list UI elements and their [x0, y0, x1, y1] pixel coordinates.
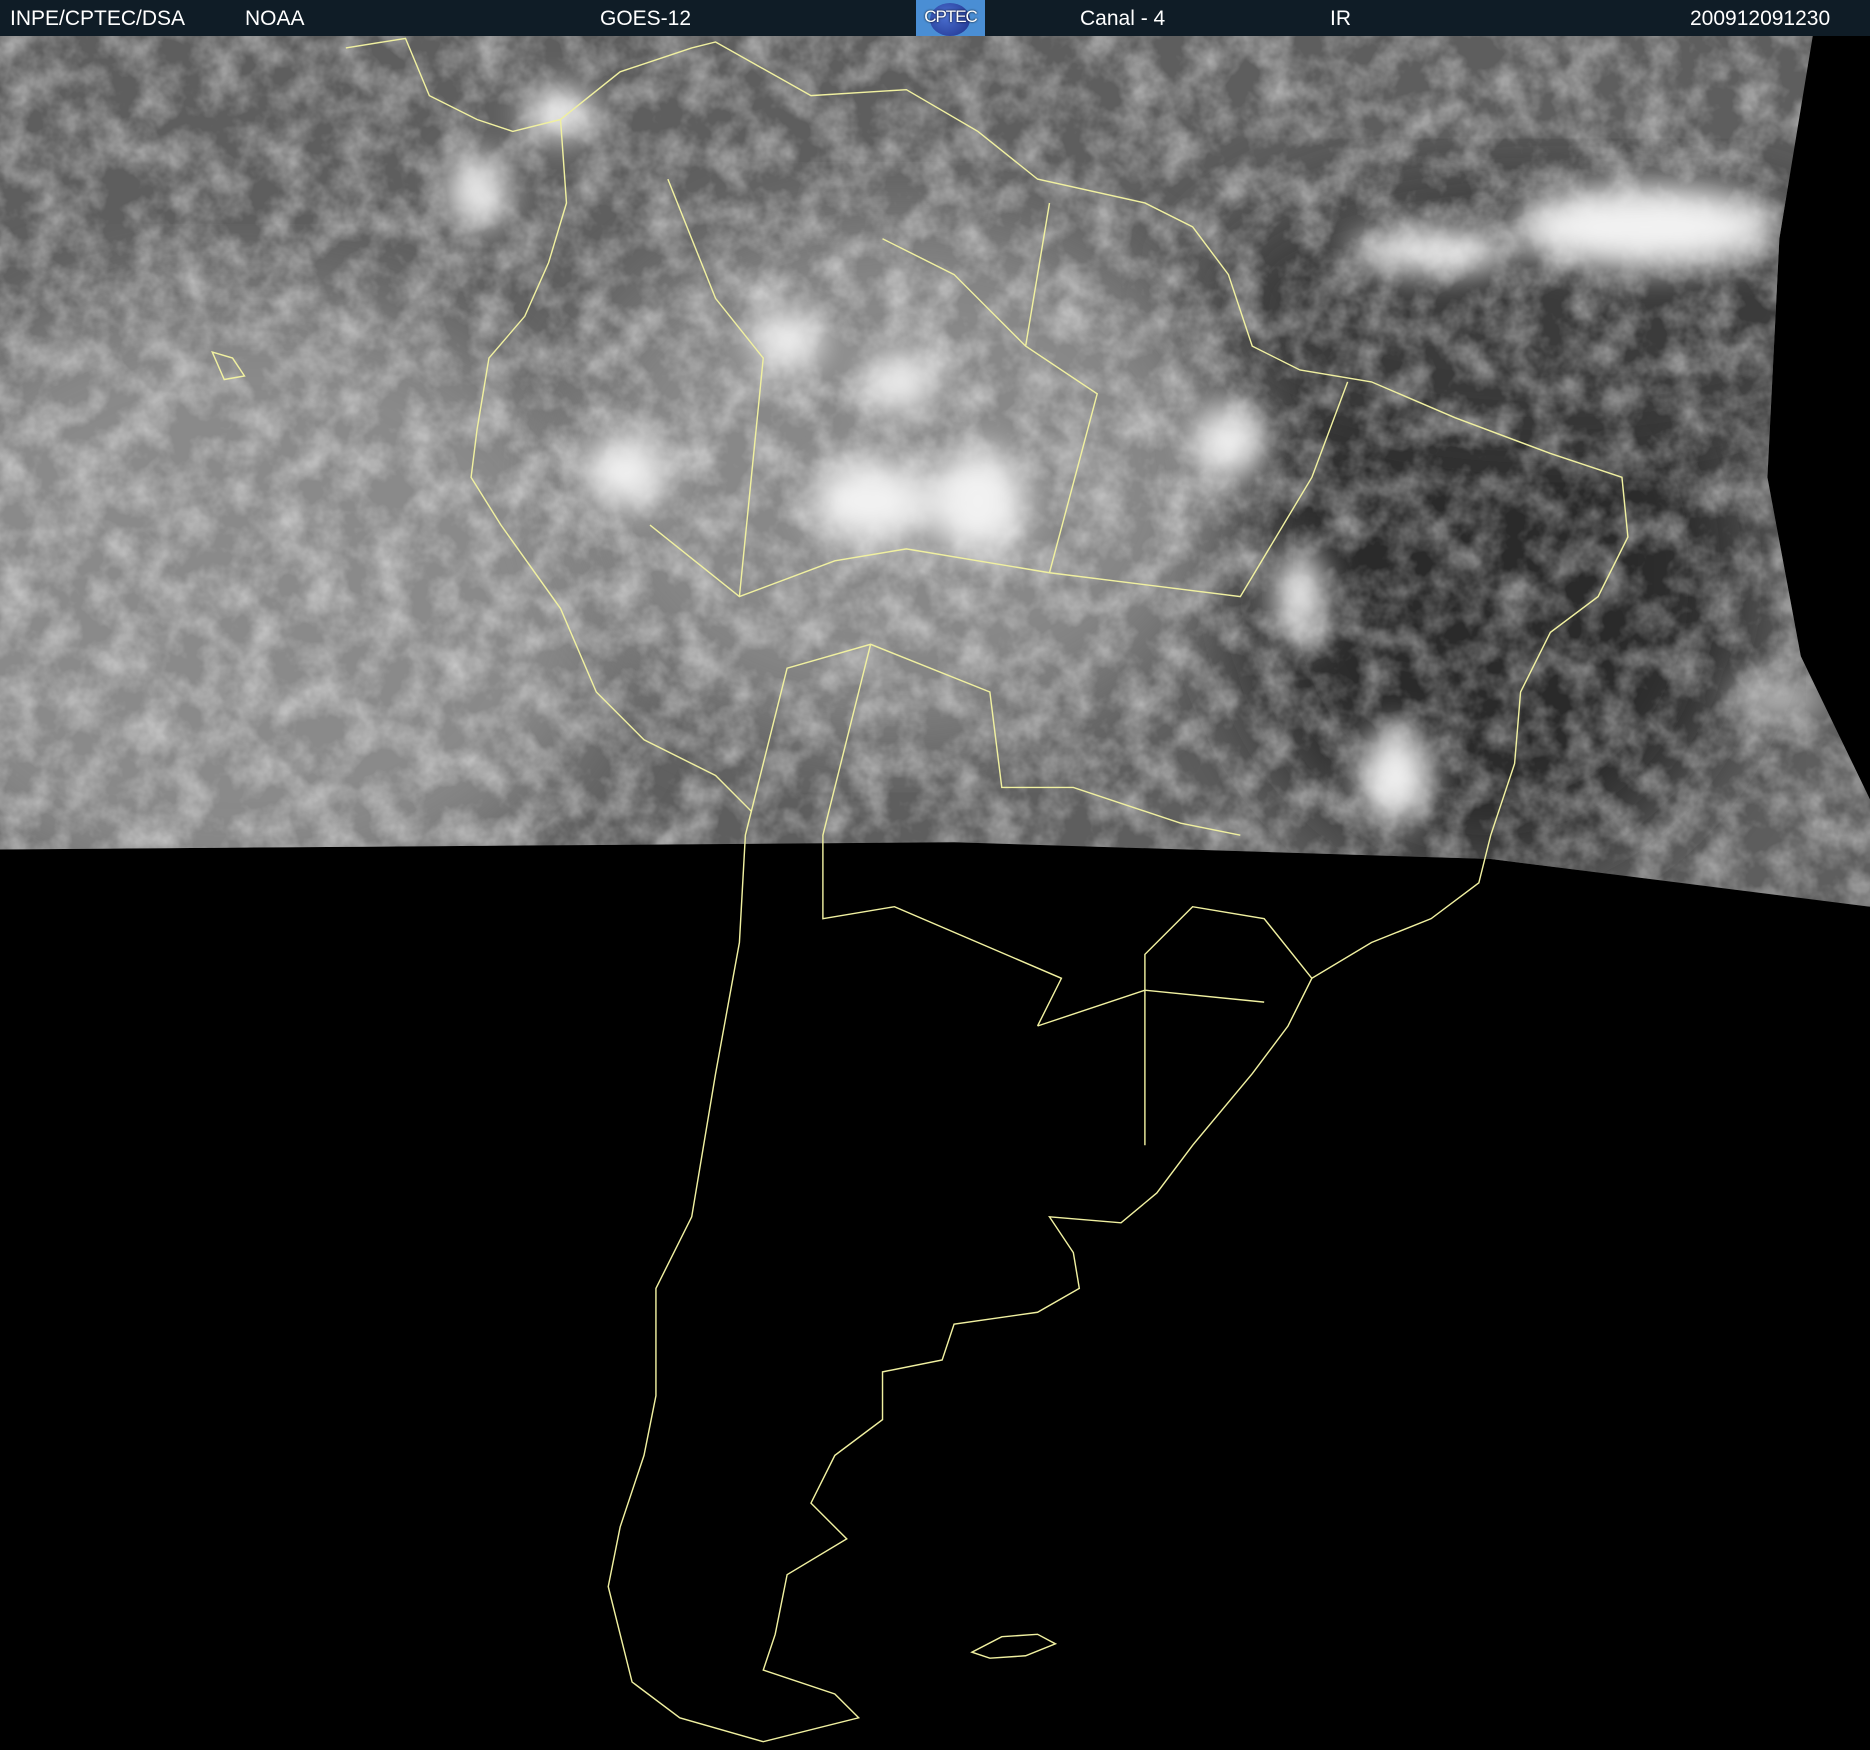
agency-label: NOAA: [245, 7, 305, 30]
satellite-image: [0, 36, 1870, 1743]
source-label: INPE/CPTEC/DSA: [10, 7, 186, 30]
falklands: [970, 1633, 1058, 1659]
logo-text: CPTEC: [924, 7, 978, 26]
ir-scan-area: [0, 36, 1870, 907]
cptec-logo: CPTEC: [916, 0, 985, 36]
band-label: IR: [1330, 7, 1351, 30]
image-header: INPE/CPTEC/DSA NOAA GOES-12 CPTEC Canal …: [0, 0, 1870, 36]
channel-label: Canal - 4: [1080, 7, 1166, 30]
timestamp-label: 200912091230: [1690, 7, 1831, 30]
satellite-label: GOES-12: [600, 7, 692, 30]
